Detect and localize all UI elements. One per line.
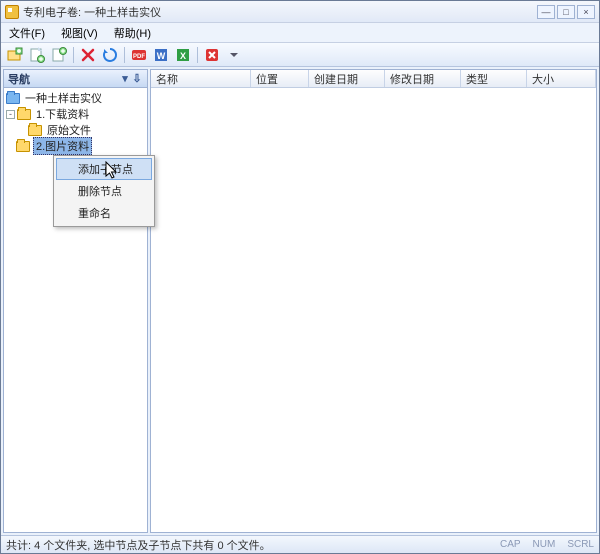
excel-icon[interactable]: X [173,45,193,65]
app-window: 专利电子卷: 一种土样击实仪 — □ × 文件(F) 视图(V) 帮助(H) P… [0,0,600,554]
menu-help[interactable]: 帮助(H) [106,24,159,42]
close-button[interactable]: × [577,5,595,19]
toolbar-separator [124,47,125,63]
dropdown-icon[interactable] [224,45,244,65]
window-title: 专利电子卷: 一种土样击实仪 [23,4,537,20]
collapse-icon[interactable]: - [6,110,15,119]
tree-label: 原始文件 [45,122,93,138]
ctx-delete-node[interactable]: 删除节点 [56,180,152,202]
svg-text:PDF: PDF [133,54,145,60]
status-num: NUM [533,539,556,550]
menu-file[interactable]: 文件(F) [1,24,53,42]
tree-root[interactable]: 一种土样击实仪 [4,90,147,106]
maximize-button[interactable]: □ [557,5,575,19]
add-link-icon[interactable] [49,45,69,65]
nav-dropdown-icon[interactable]: ▾ [119,72,131,85]
nav-header: 导航 ▾ ⇩ [4,70,147,88]
folder-icon [28,125,42,136]
nav-title: 导航 [8,71,30,87]
status-cap: CAP [500,539,521,550]
col-modified[interactable]: 修改日期 [385,70,461,87]
word-icon[interactable]: W [151,45,171,65]
context-menu: 添加子节点 删除节点 重命名 [53,155,155,227]
statusbar: 共计: 4 个文件夹, 选中节点及子节点下共有 0 个文件。 CAP NUM S… [1,535,599,553]
close-tab-icon[interactable] [202,45,222,65]
col-size[interactable]: 大小 [527,70,596,87]
refresh-icon[interactable] [100,45,120,65]
folder-icon [16,141,30,152]
toolbar-separator [197,47,198,63]
svg-text:X: X [180,51,186,61]
status-text: 共计: 4 个文件夹, 选中节点及子节点下共有 0 个文件。 [6,537,271,553]
folder-icon [6,93,20,104]
app-icon [5,5,19,19]
minimize-button[interactable]: — [537,5,555,19]
col-location[interactable]: 位置 [251,70,309,87]
content-area: 导航 ▾ ⇩ 一种土样击实仪 - 1.下载资料 [1,67,599,535]
ctx-rename[interactable]: 重命名 [56,202,152,224]
new-item-icon[interactable] [27,45,47,65]
nav-panel: 导航 ▾ ⇩ 一种土样击实仪 - 1.下载资料 [3,69,148,533]
pdf-icon[interactable]: PDF [129,45,149,65]
delete-icon[interactable] [78,45,98,65]
window-controls: — □ × [537,5,595,19]
tree-item-download[interactable]: - 1.下载资料 [4,106,147,122]
svg-text:W: W [157,51,166,61]
new-folder-icon[interactable] [5,45,25,65]
titlebar: 专利电子卷: 一种土样击实仪 — □ × [1,1,599,23]
ctx-add-child[interactable]: 添加子节点 [56,158,152,180]
tree-item-original[interactable]: 原始文件 [4,122,147,138]
toolbar: PDF W X [1,43,599,67]
tree-label: 2.图片资料 [33,137,92,155]
col-created[interactable]: 创建日期 [309,70,385,87]
status-scrl: SCRL [567,539,594,550]
tree-label: 1.下载资料 [34,106,91,122]
toolbar-separator [73,47,74,63]
nav-pin-icon[interactable]: ⇩ [131,72,143,85]
tree-label: 一种土样击实仪 [23,90,104,106]
list-body [151,88,596,532]
col-type[interactable]: 类型 [461,70,527,87]
menu-view[interactable]: 视图(V) [53,24,106,42]
menubar: 文件(F) 视图(V) 帮助(H) [1,23,599,43]
list-panel: 名称 位置 创建日期 修改日期 类型 大小 [150,69,597,533]
tree-item-selected[interactable]: 2.图片资料 [4,138,147,154]
col-name[interactable]: 名称 [151,70,251,87]
list-header: 名称 位置 创建日期 修改日期 类型 大小 [151,70,596,88]
folder-icon [17,109,31,120]
